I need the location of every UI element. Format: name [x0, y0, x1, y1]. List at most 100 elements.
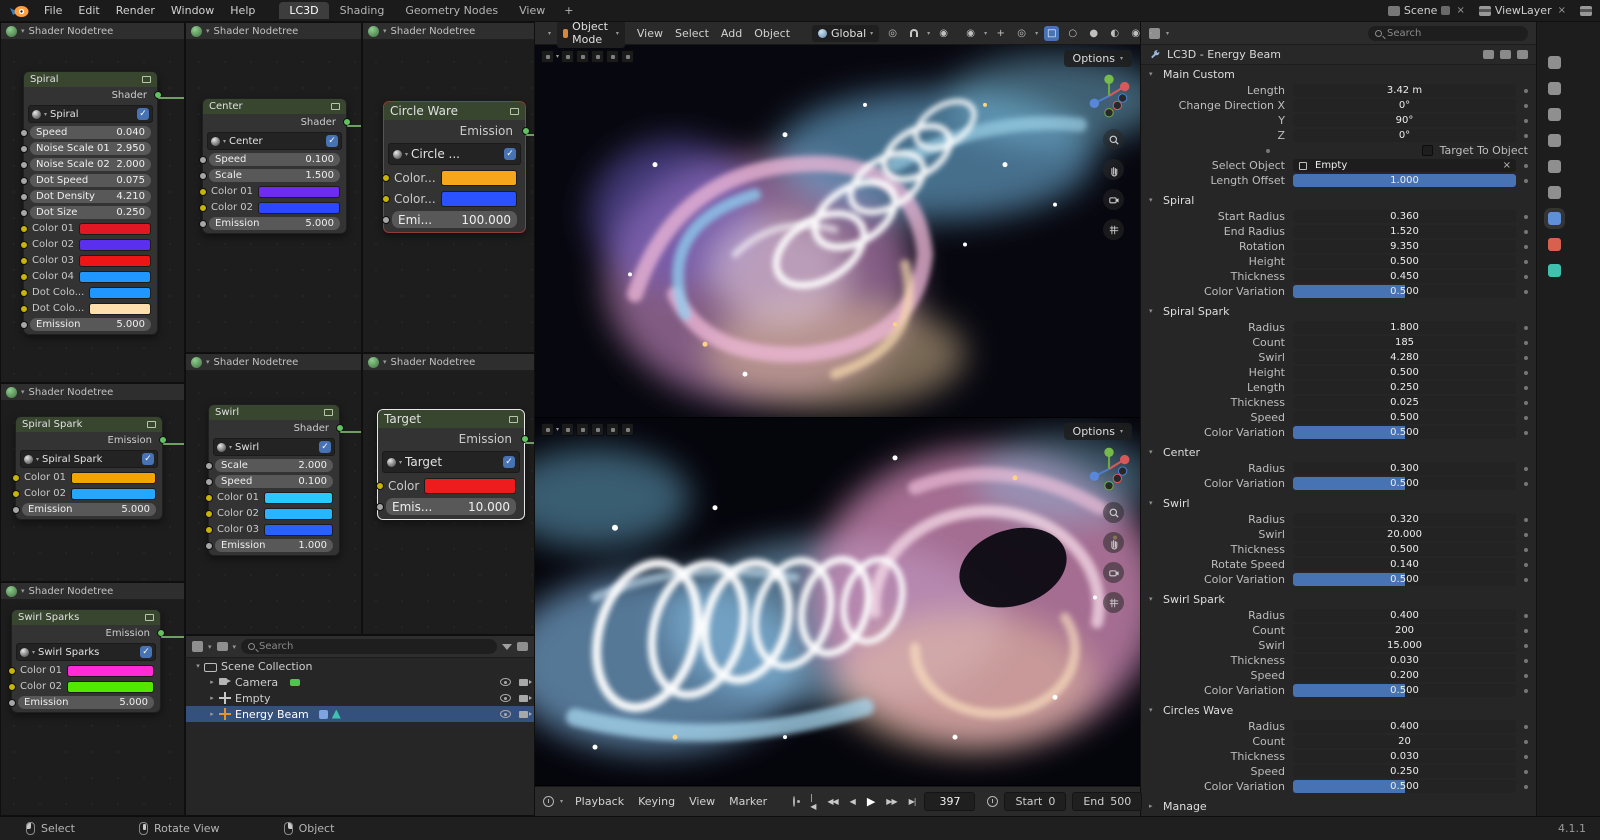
options-dropdown[interactable]: Options ▾ [1063, 423, 1132, 440]
property-field[interactable]: 0.320 × [1293, 513, 1516, 526]
property-field[interactable]: 0° × [1293, 129, 1516, 142]
node-input-row[interactable]: Dot Density 4.210 [20, 190, 151, 203]
input-widget[interactable]: Emi... 100.000 [392, 211, 517, 228]
property-field[interactable]: 1.520 × [1293, 225, 1516, 238]
overlays-chevron-icon[interactable]: ▾ [1035, 30, 1038, 37]
node-input-row[interactable]: Color 01 [199, 185, 340, 198]
frame-start-field[interactable]: Start 0 [1004, 792, 1067, 811]
input-widget[interactable]: Color 02 [22, 487, 68, 500]
node-input-row[interactable]: Color 01 [20, 222, 151, 235]
animate-dot-icon[interactable] [1524, 88, 1528, 93]
animate-dot-icon[interactable] [1524, 577, 1528, 582]
animate-dot-icon[interactable] [1524, 259, 1528, 264]
color-swatch[interactable] [89, 286, 151, 299]
node-input-row[interactable]: Color 02 [12, 487, 156, 500]
input-widget[interactable]: Color 03 [30, 254, 76, 267]
animate-dot-icon[interactable] [1524, 400, 1528, 405]
animate-dot-icon[interactable] [1524, 370, 1528, 375]
toggle-icon[interactable] [621, 423, 635, 436]
input-widget[interactable]: Emission 5.000 [18, 696, 154, 709]
editor-type-icon[interactable] [543, 796, 554, 807]
input-widget[interactable]: Color 01 [215, 491, 261, 504]
renderlayer-icon[interactable] [1580, 5, 1592, 16]
input-socket[interactable] [199, 155, 207, 164]
node-preview-icon[interactable] [509, 415, 518, 423]
property-field[interactable]: 0.025 × [1293, 396, 1516, 409]
property-field[interactable]: 20.000 × [1293, 528, 1516, 541]
node-input-row[interactable]: Dot Speed 0.075 [20, 174, 151, 187]
properties-tab-icon[interactable] [1548, 212, 1561, 225]
input-socket[interactable] [382, 194, 390, 203]
input-socket[interactable] [12, 505, 20, 514]
node-input-row[interactable]: Color... [382, 169, 517, 186]
section-header[interactable]: ▾ Circles Wave [1141, 701, 1536, 719]
input-socket[interactable] [382, 173, 390, 182]
input-widget[interactable]: Color 02 [30, 238, 76, 251]
node-group-selector[interactable]: ▾ Center ✓ [207, 132, 342, 150]
input-widget[interactable]: Speed 0.100 [215, 475, 333, 488]
color-swatch[interactable] [89, 302, 151, 315]
animate-dot-icon[interactable] [1524, 754, 1528, 759]
shader-node[interactable]: Swirl Shader ▾ Swirl ✓ Scale 2.000 Speed… [205, 404, 344, 556]
link-icon[interactable] [1500, 50, 1511, 59]
input-socket[interactable] [199, 203, 207, 212]
property-field[interactable]: 0.500 × [1293, 684, 1516, 697]
property-field[interactable]: 15.000 × [1293, 639, 1516, 652]
input-socket[interactable] [20, 320, 28, 329]
navigation-gizmo[interactable] [1086, 73, 1132, 119]
shading-rendered-icon[interactable]: ◉ [1128, 26, 1143, 41]
animate-dot-icon[interactable] [1524, 415, 1528, 420]
node-group-selector[interactable]: ▾ Swirl Sparks ✓ [16, 643, 156, 661]
animate-dot-icon[interactable] [1524, 517, 1528, 522]
node-preview-icon[interactable] [331, 103, 340, 110]
timeline-menu-item[interactable]: Playback [569, 793, 630, 810]
toggle-perspective-icon[interactable] [1103, 219, 1124, 240]
properties-tab-icon[interactable] [1548, 108, 1561, 121]
node-group-selector[interactable]: ▾ Target ✓ [382, 451, 520, 473]
viewport-menu-item[interactable]: View [631, 25, 669, 42]
new-scene-icon[interactable] [1441, 6, 1451, 15]
input-socket[interactable] [20, 288, 28, 297]
editor-type-icon[interactable] [191, 356, 202, 368]
hide-viewport-icon[interactable] [500, 694, 511, 702]
color-swatch[interactable] [264, 491, 333, 504]
color-swatch[interactable] [258, 201, 340, 214]
animate-dot-icon[interactable] [1524, 133, 1528, 138]
animate-dot-icon[interactable] [1524, 289, 1528, 294]
filter-icon[interactable] [502, 643, 512, 650]
input-widget[interactable]: Dot Colo... [30, 302, 86, 315]
node-input-row[interactable]: Color [376, 477, 516, 494]
input-socket[interactable] [199, 171, 207, 180]
input-widget[interactable]: Color 04 [30, 270, 76, 283]
outliner-item[interactable]: ▸ Empty [186, 690, 534, 706]
property-field[interactable]: 0.250 × [1293, 765, 1516, 778]
animate-dot-icon[interactable] [1524, 769, 1528, 774]
menu-item[interactable]: Edit [70, 2, 107, 19]
property-field[interactable]: 20 × [1293, 735, 1516, 748]
gizmos-icon[interactable]: + [993, 26, 1008, 41]
toggle-perspective-icon[interactable] [1103, 592, 1124, 613]
shading-solid-icon[interactable]: ● [1086, 26, 1101, 41]
color-swatch[interactable] [424, 477, 516, 494]
outliner-item[interactable]: ▾ Scene Collection [186, 658, 534, 674]
animate-dot-icon[interactable] [1524, 481, 1528, 486]
node-preview-icon[interactable] [510, 107, 519, 115]
editor-type-icon[interactable] [6, 386, 17, 398]
animate-dot-icon[interactable] [1524, 688, 1528, 693]
viewport-menu-item[interactable]: Select [669, 25, 715, 42]
color-swatch[interactable] [79, 238, 151, 251]
input-socket[interactable] [20, 176, 28, 185]
hide-viewport-icon[interactable] [500, 710, 511, 718]
property-field[interactable]: 3.42 m × [1293, 84, 1516, 97]
input-socket[interactable] [20, 240, 28, 249]
node-input-row[interactable]: Color 01 [8, 664, 154, 677]
expand-arrow-icon[interactable]: ▸ [206, 678, 218, 686]
outliner-item[interactable]: ▸ Camera [186, 674, 534, 690]
input-widget[interactable]: Color 03 [215, 523, 261, 536]
node-input-row[interactable]: Emission 5.000 [199, 217, 340, 230]
node-input-row[interactable]: Emission 1.000 [205, 539, 333, 552]
editor-type-icon[interactable] [368, 356, 379, 368]
input-socket[interactable] [12, 489, 20, 498]
property-field[interactable]: 200 × [1293, 624, 1516, 637]
node-input-row[interactable]: Color 02 [205, 507, 333, 520]
